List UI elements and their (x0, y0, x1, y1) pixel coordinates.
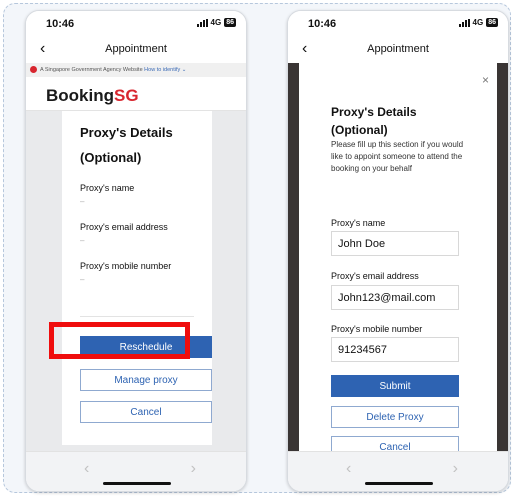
proxy-email-value: – (80, 236, 85, 245)
proxy-mobile-label: Proxy's mobile number (80, 261, 172, 271)
proxy-mobile-label: Proxy's mobile number (331, 324, 423, 334)
page-title: Appointment (367, 43, 429, 55)
bookingsg-logo[interactable]: BookingSG (46, 86, 139, 106)
proxy-details-modal: × Proxy's Details (Optional) Please fill… (299, 63, 497, 458)
delete-proxy-button[interactable]: Delete Proxy (331, 406, 459, 428)
section-subtitle: (Optional) (80, 150, 142, 165)
proxy-email-label: Proxy's email address (331, 271, 419, 281)
browser-bottom-bar: ‹ › (288, 451, 508, 491)
proxy-name-label: Proxy's name (331, 218, 386, 228)
proxy-mobile-value: – (80, 275, 85, 284)
proxy-mobile-input[interactable]: 91234567 (331, 337, 459, 362)
status-bar: 10:46 4G 86 (26, 11, 246, 37)
chevron-right-icon[interactable]: › (453, 460, 458, 478)
modal-subtitle: (Optional) (331, 123, 388, 137)
status-indicators: 4G 86 (196, 18, 236, 27)
battery-icon: 86 (224, 18, 236, 27)
divider (80, 316, 194, 317)
brand-bar: BookingSG (26, 77, 246, 111)
close-icon[interactable]: × (482, 73, 489, 87)
signal-icon (196, 18, 208, 27)
modal-title: Proxy's Details (331, 105, 417, 119)
status-indicators: 4G 86 (458, 18, 498, 27)
status-bar: 10:46 4G 86 (288, 11, 508, 37)
proxy-name-value: – (80, 197, 85, 206)
app-header: ‹ Appointment (26, 37, 246, 63)
manage-proxy-button[interactable]: Manage proxy (80, 369, 212, 391)
gov-banner: A Singapore Government Agency Website Ho… (26, 63, 246, 77)
signal-icon (458, 18, 470, 27)
network-label: 4G (210, 18, 222, 27)
submit-button[interactable]: Submit (331, 375, 459, 397)
browser-bottom-bar: ‹ › (26, 451, 246, 491)
page-title: Appointment (105, 43, 167, 55)
proxy-email-input[interactable]: John123@mail.com (331, 285, 459, 310)
battery-icon: 86 (486, 18, 498, 27)
proxy-name-input[interactable]: John Doe (331, 231, 459, 256)
modal-backdrop: × Proxy's Details (Optional) Please fill… (288, 63, 508, 458)
section-title: Proxy's Details (80, 125, 173, 140)
manage-proxy-highlight (49, 322, 190, 359)
proxy-name-label: Proxy's name (80, 183, 135, 193)
identify-link[interactable]: How to identify (144, 67, 180, 73)
home-indicator (365, 482, 433, 485)
lion-head-icon (30, 66, 37, 73)
proxy-email-label: Proxy's email address (80, 222, 168, 232)
content-area: Proxy's Details (Optional) Proxy's name … (26, 111, 246, 451)
chevron-left-icon[interactable]: ‹ (84, 460, 89, 478)
status-time: 10:46 (46, 18, 75, 30)
cancel-button[interactable]: Cancel (80, 401, 212, 423)
logo-part-sg: SG (114, 86, 139, 105)
app-header: ‹ Appointment (288, 37, 508, 63)
network-label: 4G (472, 18, 484, 27)
chevron-down-icon: ⌄ (181, 67, 187, 73)
logo-part-booking: Booking (46, 86, 114, 105)
modal-description: Please fill up this section if you would… (331, 140, 464, 173)
chevron-right-icon[interactable]: › (191, 460, 196, 478)
home-indicator (103, 482, 171, 485)
proxy-details-card: Proxy's Details (Optional) Proxy's name … (62, 111, 212, 445)
gov-banner-text: A Singapore Government Agency Website (40, 67, 143, 73)
chevron-left-icon[interactable]: ‹ (346, 460, 351, 478)
status-time: 10:46 (308, 18, 337, 30)
phone-screen-right: 10:46 4G 86 ‹ Appointment × Proxy's Deta… (287, 10, 509, 492)
phone-screen-left: 10:46 4G 86 ‹ Appointment A Singapore Go… (25, 10, 247, 492)
